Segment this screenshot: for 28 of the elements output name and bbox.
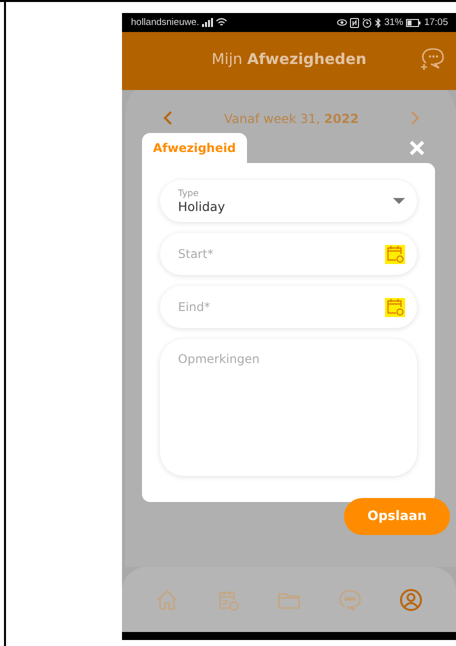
dropdown-caret-icon bbox=[393, 198, 405, 204]
calendar-clock-icon[interactable] bbox=[385, 244, 405, 264]
clock-time: 17:05 bbox=[424, 17, 448, 28]
page-title: Mijn Afwezigheden bbox=[212, 50, 366, 68]
save-button[interactable]: Opslaan bbox=[344, 498, 450, 535]
comments-field[interactable]: Opmerkingen bbox=[160, 339, 417, 476]
new-chat-icon[interactable] bbox=[420, 47, 446, 71]
profile-icon[interactable] bbox=[399, 588, 424, 612]
battery-percent: 31% bbox=[384, 17, 404, 28]
signal-icon bbox=[202, 18, 214, 27]
eye-icon bbox=[337, 18, 348, 27]
battery-icon bbox=[406, 18, 422, 26]
type-dropdown[interactable]: Type Holiday bbox=[160, 180, 417, 222]
chat-icon[interactable] bbox=[338, 588, 362, 612]
close-icon[interactable] bbox=[409, 140, 425, 156]
date-field[interactable]: Eind* bbox=[160, 286, 417, 328]
calendar-clock-icon[interactable] bbox=[385, 297, 405, 317]
next-week-icon[interactable] bbox=[410, 110, 420, 126]
wifi-icon bbox=[216, 18, 228, 27]
nfc-icon bbox=[350, 18, 360, 28]
carrier-name: hollandsnieuwe. bbox=[131, 17, 200, 28]
week-label: Vanaf week 31, 2022 bbox=[224, 110, 359, 126]
bluetooth-icon bbox=[375, 18, 382, 28]
home-icon[interactable] bbox=[154, 588, 179, 612]
previous-week-icon[interactable] bbox=[163, 110, 173, 126]
date-field[interactable]: Start* bbox=[160, 233, 417, 275]
alarm-icon bbox=[362, 18, 372, 28]
dialog-title: Afwezigheid bbox=[142, 133, 247, 163]
